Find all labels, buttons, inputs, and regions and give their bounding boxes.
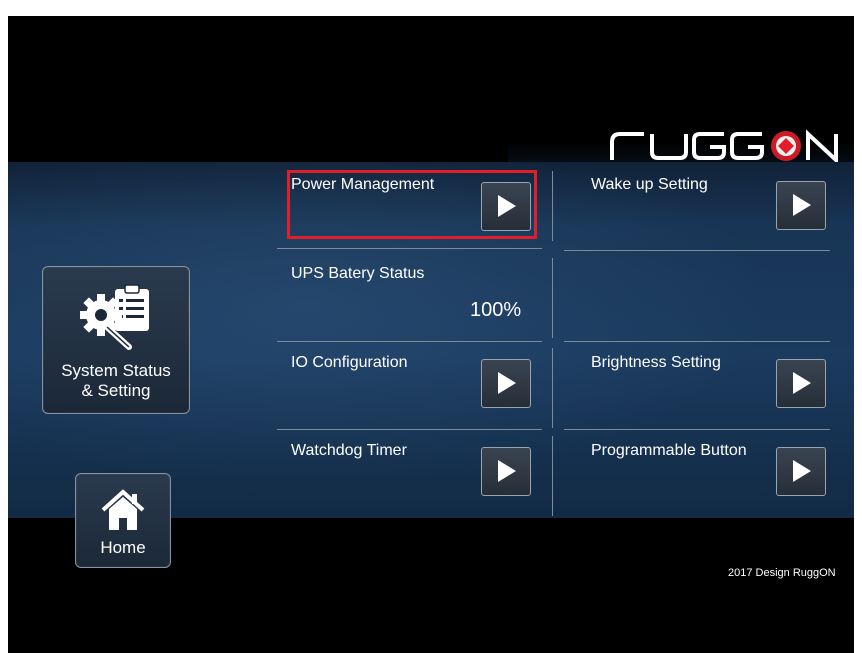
- system-status-tile[interactable]: System Status & Setting: [42, 266, 190, 414]
- grid-divider-horizontal: [277, 341, 542, 342]
- ruggon-logo: [610, 129, 838, 165]
- wake-up-setting-label: Wake up Setting: [591, 176, 708, 193]
- brightness-setting-label: Brightness Setting: [591, 354, 721, 371]
- selection-highlight: [287, 170, 537, 239]
- gears-clipboard-icon: [80, 284, 149, 350]
- ups-battery-value: 100%: [470, 299, 522, 321]
- app-screen: System Status & Setting Home Power Manag…: [8, 16, 854, 653]
- watchdog-timer-button[interactable]: [481, 447, 531, 496]
- io-configuration-label: IO Configuration: [291, 354, 408, 371]
- wake-up-setting-button[interactable]: [776, 181, 826, 230]
- home-icon: [101, 489, 145, 530]
- play-icon: [793, 460, 811, 482]
- home-label: Home: [100, 538, 146, 557]
- play-icon: [498, 460, 516, 482]
- system-status-label: System Status & Setting: [61, 361, 171, 400]
- brightness-setting-button[interactable]: [776, 359, 826, 408]
- grid-divider-vertical: [552, 171, 553, 241]
- grid-divider-horizontal: [564, 341, 830, 342]
- play-icon: [498, 372, 516, 394]
- play-icon: [793, 372, 811, 394]
- play-icon: [793, 194, 811, 216]
- grid-divider-horizontal: [277, 429, 542, 430]
- grid-divider-vertical: [552, 348, 553, 428]
- copyright-text: 2017 Design RuggON: [728, 567, 836, 579]
- grid-divider-horizontal: [277, 248, 542, 249]
- io-configuration-button[interactable]: [481, 359, 531, 408]
- grid-divider-horizontal: [564, 250, 830, 251]
- ups-battery-status-label: UPS Batery Status: [291, 265, 425, 282]
- watchdog-timer-label: Watchdog Timer: [291, 442, 407, 459]
- programmable-button-label: Programmable Button: [591, 442, 747, 459]
- grid-divider-vertical: [552, 436, 553, 516]
- grid-divider-horizontal: [564, 429, 830, 430]
- programmable-button-button[interactable]: [776, 447, 826, 496]
- grid-divider-vertical: [552, 258, 553, 338]
- home-button[interactable]: Home: [75, 473, 171, 568]
